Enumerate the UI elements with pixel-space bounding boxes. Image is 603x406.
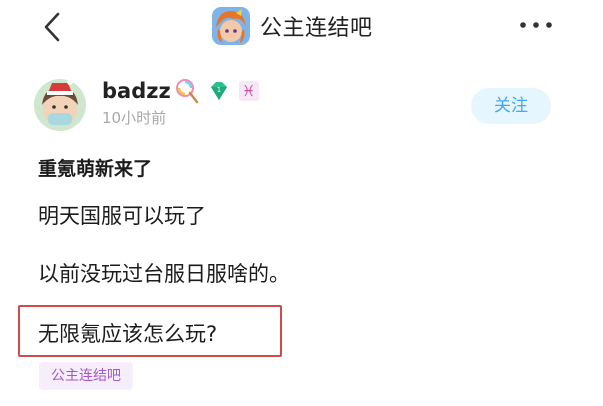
more-icon[interactable] [518,20,554,30]
level-gem-icon: 1 [210,82,227,100]
back-icon[interactable] [38,10,68,44]
post-time: 10小时前 [102,109,167,127]
forum-avatar [212,7,250,45]
post-text-line: 明天国服可以玩了 [38,204,206,228]
post-title: 重氪萌新来了 [38,158,153,180]
topic-tag[interactable]: 公主连结吧 [39,362,133,390]
top-nav-bar: 公主连结吧 [0,0,603,56]
level-number: 1 [216,86,220,94]
username-row: badzz 1 ♓ [102,76,259,106]
post-text-line: 以前没玩过台服日服啥的。 [38,262,290,286]
forum-title: 公主连结吧 [260,16,373,41]
follow-button[interactable]: 关注 [471,88,551,124]
lollipop-badge-icon [175,79,198,104]
post-text-line-highlighted: 无限氪应该怎么玩? [38,322,218,346]
forum-header[interactable]: 公主连结吧 [212,6,373,46]
username[interactable]: badzz [102,79,171,103]
user-avatar[interactable] [34,79,86,131]
pisces-badge-icon: ♓ [238,81,259,101]
